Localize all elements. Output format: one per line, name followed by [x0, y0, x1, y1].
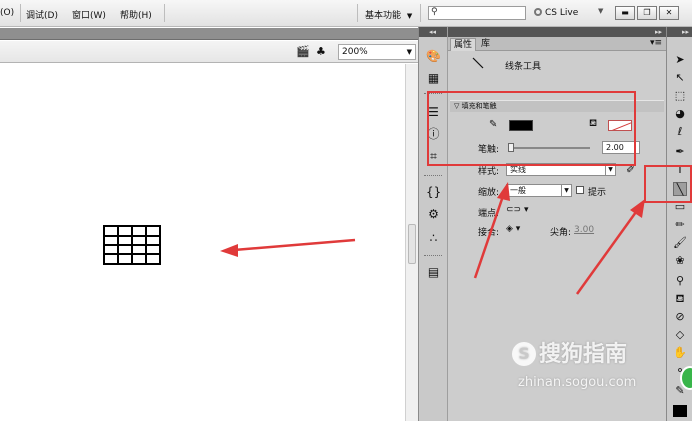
- scale-value: 一般: [510, 186, 526, 195]
- bone-tool-icon[interactable]: ⚲: [673, 274, 687, 288]
- vertical-scrollbar[interactable]: [405, 64, 418, 421]
- timeline-collapsed-bar: [0, 28, 418, 40]
- join-label: 接合:: [478, 228, 500, 238]
- deco-tool-icon[interactable]: ❀: [673, 254, 687, 268]
- paint-bucket-tool-icon[interactable]: ⛾: [673, 292, 687, 306]
- 3d-rotation-tool-icon[interactable]: ◕: [673, 107, 687, 121]
- motion-presets-icon[interactable]: ∴: [426, 231, 441, 246]
- scale-select[interactable]: 一般 ▼: [506, 184, 572, 197]
- search-input[interactable]: ⚲: [428, 6, 526, 20]
- free-transform-tool-icon[interactable]: ⬚: [673, 89, 687, 103]
- zoom-select[interactable]: 200% ▼: [338, 44, 416, 60]
- cap-select[interactable]: ⊂⊃ ▾: [506, 205, 528, 215]
- watermark-brand-text: 搜狗指南: [539, 342, 628, 367]
- workspace-switcher[interactable]: 基本功能 ▼: [365, 8, 412, 21]
- components-icon[interactable]: ⚙: [426, 207, 441, 222]
- brush-tool-icon[interactable]: 🖌: [673, 236, 687, 250]
- pen-tool-icon[interactable]: ✒: [673, 145, 687, 159]
- menu-item-help[interactable]: 帮助(H): [120, 8, 152, 21]
- eyedropper-tool-icon[interactable]: ⊘: [673, 310, 687, 324]
- miter-value[interactable]: 3.00: [574, 225, 594, 235]
- grid-table-icon: [103, 225, 161, 265]
- tab-properties[interactable]: 属性: [450, 38, 477, 51]
- tools-panel: ▸▸ ➤ ↖ ⬚ ◕ ℓ ✒ T ╲ ▭ ✏ 🖌 ❀ ⚲ ⛾ ⊘ ◇ ✋ ⚬ ✎: [666, 27, 692, 421]
- menu-item-debug[interactable]: 调试(D): [26, 8, 58, 21]
- search-icon: ⚲: [431, 7, 438, 17]
- line-tool-icon: [472, 57, 484, 69]
- close-button[interactable]: ✕: [659, 6, 679, 20]
- chevron-down-icon: ▼: [561, 185, 571, 196]
- menu-item-window[interactable]: 窗口(W): [72, 8, 106, 21]
- hand-tool-icon[interactable]: ✋: [673, 346, 687, 360]
- miter-label: 尖角:: [550, 228, 572, 238]
- lasso-tool-icon[interactable]: ℓ: [673, 125, 687, 139]
- panel-header: ▸▸: [448, 27, 666, 37]
- chevron-down-icon: ▼: [406, 12, 413, 20]
- expand-arrows-icon[interactable]: ▸▸: [667, 27, 692, 37]
- panel-menu-icon[interactable]: ▾≡: [650, 38, 662, 48]
- menu-separator: [20, 4, 21, 22]
- menu-item-format[interactable]: (O): [0, 8, 14, 18]
- scale-label: 缩放:: [478, 188, 500, 198]
- edit-scene-icon[interactable]: 🎬: [296, 45, 310, 58]
- color-panel-icon[interactable]: 🎨: [426, 49, 441, 64]
- cs-live-button[interactable]: CS Live: [534, 8, 578, 18]
- menu-separator: [164, 4, 165, 22]
- chevron-down-icon: ▼: [406, 48, 412, 56]
- code-snippets-icon[interactable]: {}: [426, 185, 441, 200]
- tool-name: 线条工具: [505, 62, 542, 72]
- menu-bar: (O) 调试(D) 窗口(W) 帮助(H) 基本功能 ▼ ⚲ CS Live ▼…: [0, 0, 692, 27]
- cap-label: 端点:: [478, 209, 500, 219]
- canvas-drawing: [103, 225, 356, 265]
- restore-button[interactable]: ❐: [637, 6, 657, 20]
- minimize-button[interactable]: ▬: [615, 6, 635, 20]
- tab-library[interactable]: 库: [478, 38, 493, 51]
- watermark-brand: S 搜狗指南: [512, 336, 627, 368]
- style-value: 实线: [510, 165, 526, 174]
- scrollbar-thumb[interactable]: [408, 224, 416, 264]
- cs-live-label: CS Live: [545, 8, 579, 18]
- swatches-icon[interactable]: ▦: [426, 71, 441, 86]
- chevron-down-icon[interactable]: ▼: [598, 7, 603, 15]
- eraser-tool-icon[interactable]: ◇: [673, 328, 687, 342]
- edit-symbol-icon[interactable]: ♣: [316, 45, 326, 58]
- stroke-color-chip[interactable]: [673, 405, 687, 417]
- selection-tool-icon[interactable]: ➤: [673, 53, 687, 67]
- flash-window: (O) 调试(D) 窗口(W) 帮助(H) 基本功能 ▼ ⚲ CS Live ▼…: [0, 0, 692, 421]
- cs-live-icon: [534, 8, 542, 16]
- hint-checkbox[interactable]: [576, 186, 584, 194]
- dock-grip: [424, 255, 442, 257]
- history-icon[interactable]: ▤: [426, 265, 441, 280]
- subselection-tool-icon[interactable]: ↖: [673, 71, 687, 85]
- expand-arrows-icon[interactable]: ▸▸: [655, 27, 662, 37]
- zoom-value: 200%: [342, 47, 368, 57]
- panel-tabs: 属性 库 ▾≡: [448, 37, 666, 51]
- annotation-box-fill-stroke: [427, 91, 636, 166]
- collapse-arrows-icon[interactable]: ◂◂: [419, 27, 447, 37]
- panel-dock: ◂◂ 🎨 ▦ ☰ ⓘ ⌗ {} ⚙ ∴ ▤: [418, 27, 448, 421]
- watermark-url: zhinan.sogou.com: [518, 375, 637, 390]
- join-select[interactable]: ◈ ▾: [506, 224, 520, 234]
- menu-separator: [420, 4, 421, 22]
- stage-toolbar: 🎬 ♣ 200% ▼: [0, 41, 418, 63]
- dock-grip: [424, 175, 442, 177]
- hint-label: 提示: [588, 188, 607, 198]
- workspace-label: 基本功能: [365, 11, 402, 21]
- menu-separator: [357, 4, 358, 22]
- annotation-box-line-tool: [644, 165, 692, 203]
- annotation-arrow: [220, 238, 356, 257]
- pencil-tool-icon[interactable]: ✏: [673, 218, 687, 232]
- stage-canvas[interactable]: [0, 64, 405, 421]
- sogou-logo-icon: S: [512, 342, 536, 366]
